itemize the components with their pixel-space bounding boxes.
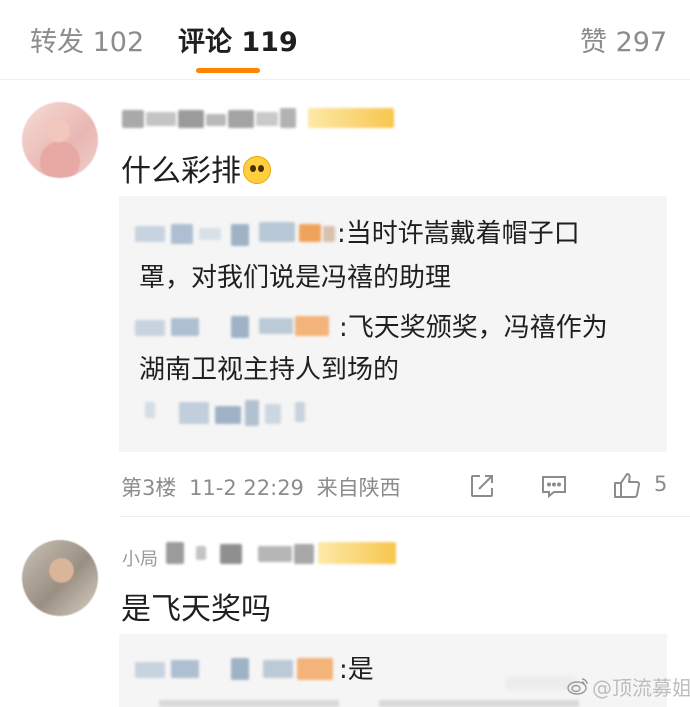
reply-text-line: 湖南卫视主持人到场的 [139, 355, 400, 385]
tabs-divider [0, 79, 690, 80]
floor-number: 第3楼 [121, 476, 177, 500]
share-icon[interactable] [468, 472, 496, 500]
reply-thread[interactable]: :当时许嵩戴着帽子口 罩，对我们说是冯禧的助理 :飞天奖颁奖，冯禧作为 湖南卫视… [119, 196, 667, 452]
reply-text-line: :当时许嵩戴着帽子口 [337, 219, 580, 249]
weibo-icon [566, 676, 590, 696]
tab-comments[interactable]: 评论 119 [178, 20, 298, 59]
reply-text-line: :是 [339, 655, 374, 685]
comment-location: 来自陕西 [316, 476, 401, 500]
comment-time: 11-2 22:29 [189, 476, 304, 500]
user-badge-blurred [318, 542, 396, 564]
reply-text-line: :飞天奖颁奖，冯禧作为 [339, 313, 608, 343]
active-tab-indicator [196, 68, 260, 73]
tab-repost[interactable]: 转发 102 [30, 20, 144, 59]
reply-icon[interactable] [540, 472, 568, 500]
comment-text: 什么彩排 [121, 146, 271, 190]
user-badge-blurred [308, 108, 394, 128]
comment-tabs: 转发 102 评论 119 赞 297 [0, 0, 690, 80]
reply-thread[interactable]: :是 [119, 634, 667, 707]
reply-text-line: 罩，对我们说是冯禧的助理 [139, 263, 452, 293]
comment-text: 是飞天奖吗 [121, 592, 271, 627]
watermark-text: @顶流募姐 [592, 676, 690, 700]
sad-face-emoji-icon [243, 156, 271, 184]
tab-likes[interactable]: 赞 297 [580, 20, 667, 59]
like-count: 5 [654, 472, 668, 496]
like-icon[interactable] [612, 470, 642, 500]
avatar[interactable] [22, 102, 98, 178]
comment-meta: 第3楼 11-2 22:29 来自陕西 [121, 472, 407, 502]
comment-divider [119, 516, 690, 517]
avatar[interactable] [22, 540, 98, 616]
